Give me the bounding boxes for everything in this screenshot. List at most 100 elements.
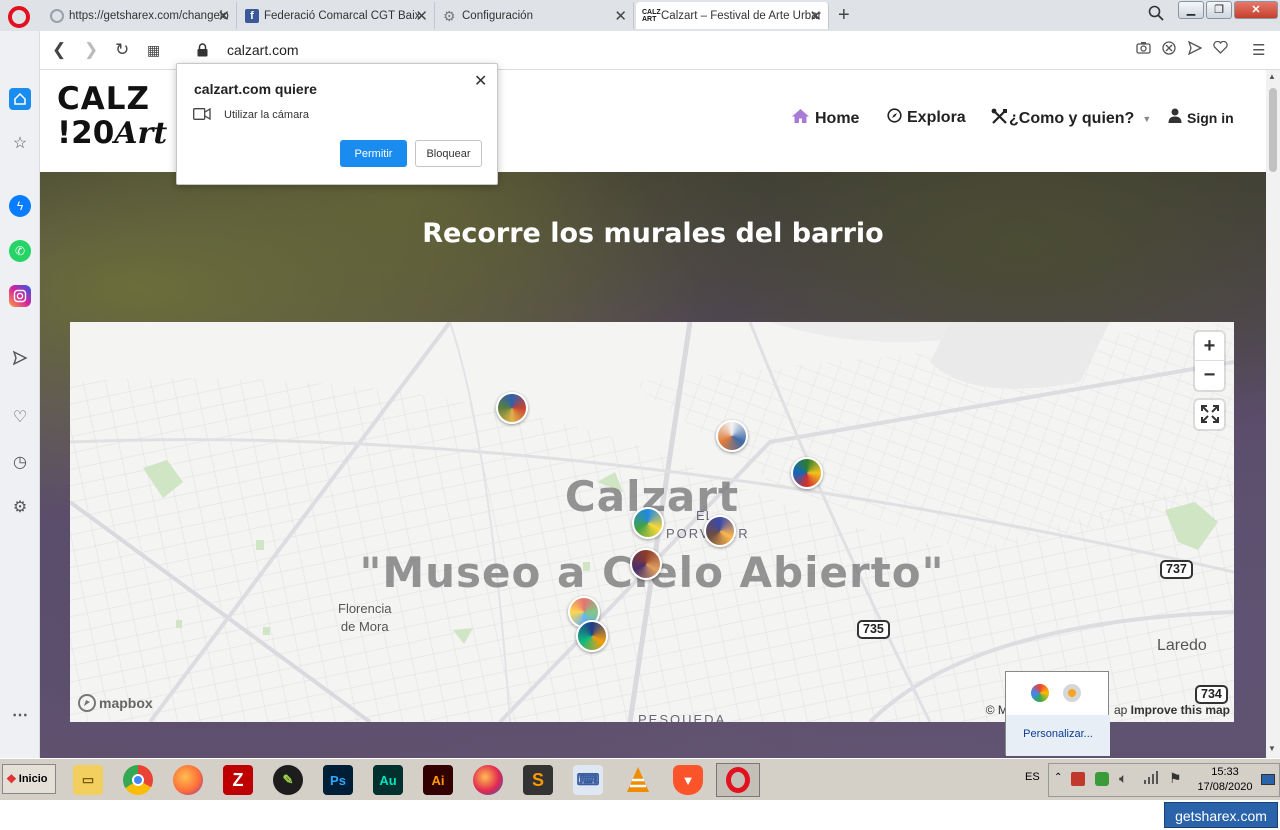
close-icon[interactable]: ✕: [614, 7, 627, 25]
chevron-down-icon: ▼: [1142, 114, 1152, 124]
close-icon[interactable]: ✕: [217, 7, 230, 25]
volume-icon[interactable]: 🔈︎: [1119, 770, 1127, 787]
zoom-out-button[interactable]: −: [1195, 361, 1224, 390]
allow-button[interactable]: Permitir: [340, 140, 407, 167]
close-window-button[interactable]: ✕: [1234, 1, 1278, 19]
forward-icon[interactable]: ❯: [84, 40, 98, 60]
mural-marker[interactable]: [576, 620, 608, 652]
vlc-icon: [623, 765, 653, 795]
adblock-icon[interactable]: [1162, 41, 1176, 59]
close-icon[interactable]: ✕: [415, 7, 428, 25]
taskbar-illustrator[interactable]: Ai: [416, 763, 460, 797]
attribution-osm[interactable]: ap: [1114, 703, 1127, 717]
logo-line1: CALZ: [57, 81, 150, 117]
mural-marker[interactable]: [632, 507, 664, 539]
taskbar-firefox-dev[interactable]: [466, 763, 510, 797]
start-button[interactable]: ❖ Inicio: [2, 764, 56, 794]
filezilla-icon: Z: [223, 765, 253, 795]
taskbar-audition[interactable]: Au: [366, 763, 410, 797]
search-icon[interactable]: [1148, 5, 1164, 26]
mural-marker[interactable]: [496, 392, 528, 424]
close-icon[interactable]: ✕: [809, 7, 822, 25]
app-tray-icon[interactable]: [1063, 684, 1081, 702]
taskbar-filezilla[interactable]: Z: [216, 763, 260, 797]
messenger-icon[interactable]: ϟ: [9, 195, 31, 217]
maximize-button[interactable]: ❐: [1206, 1, 1232, 19]
power-tray-icon[interactable]: [1095, 772, 1109, 786]
taskbar-explorer[interactable]: ▭: [66, 763, 110, 797]
tiles-icon[interactable]: ▦: [147, 42, 160, 59]
new-tab-button[interactable]: +: [838, 4, 850, 27]
heart-icon[interactable]: [1213, 40, 1228, 58]
scroll-thumb[interactable]: [1269, 88, 1277, 172]
network-icon[interactable]: [1143, 770, 1159, 789]
history-icon[interactable]: ◷: [9, 452, 31, 474]
minimize-button[interactable]: ▁: [1178, 1, 1204, 19]
language-indicator[interactable]: ES: [1025, 771, 1040, 783]
scroll-up-icon[interactable]: ▲: [1268, 72, 1276, 81]
close-icon[interactable]: ✕: [474, 71, 487, 91]
taskbar-photoshop[interactable]: Ps: [316, 763, 360, 797]
security-tray-icon[interactable]: [1071, 772, 1085, 786]
illustrator-icon: Ai: [423, 765, 453, 795]
back-icon[interactable]: ❮: [52, 40, 66, 60]
taskbar-inkscape[interactable]: ✎: [266, 763, 310, 797]
nav-home[interactable]: Home: [791, 108, 859, 129]
more-icon[interactable]: ⋯: [9, 705, 31, 727]
window-controls: ▁ ❐ ✕: [1178, 1, 1278, 19]
nav-about[interactable]: ¿Como y quien? ▼: [991, 108, 1151, 130]
nav-explore[interactable]: Explora: [887, 108, 966, 128]
flow-icon[interactable]: [9, 347, 31, 369]
tools-icon: [991, 108, 1008, 130]
speed-dial-icon[interactable]: [9, 88, 31, 110]
flag-icon[interactable]: ⚑: [1169, 770, 1182, 787]
improve-map-link[interactable]: Improve this map: [1131, 703, 1230, 717]
taskbar-firefox[interactable]: [166, 763, 210, 797]
reload-icon[interactable]: ↻: [115, 40, 129, 60]
taskbar-sublime[interactable]: S: [516, 763, 560, 797]
nav-explore-label: Explora: [907, 109, 966, 126]
tray-expand-icon[interactable]: ⌃: [1054, 772, 1062, 783]
mural-map[interactable]: Calzart "Museo a Cielo Abierto" Florenci…: [70, 322, 1234, 722]
taskbar-opera[interactable]: [716, 763, 760, 797]
zoom-in-button[interactable]: +: [1195, 332, 1224, 361]
taskbar-chrome[interactable]: [116, 763, 160, 797]
mural-marker[interactable]: [791, 457, 823, 489]
opera-menu-icon[interactable]: [8, 6, 30, 28]
tab-settings[interactable]: ⚙ Configuración ✕: [437, 2, 634, 29]
camera-icon[interactable]: [1136, 41, 1151, 58]
tab-facebook[interactable]: f Federació Comarcal CGT Baix Llobregat …: [239, 2, 435, 29]
url-field[interactable]: calzart.com: [227, 42, 299, 58]
tab-strip: https://getsharex.com/changelog ✕ f Fede…: [0, 0, 1280, 31]
instagram-icon[interactable]: [9, 285, 31, 307]
mapbox-logo[interactable]: mapbox: [78, 694, 153, 712]
clock-date: 17/08/2020: [1197, 781, 1253, 793]
whatsapp-icon[interactable]: ✆: [9, 240, 31, 262]
fullscreen-icon[interactable]: [1195, 400, 1224, 429]
mural-marker[interactable]: [704, 515, 736, 547]
tab-calzart[interactable]: CALZ ART Calzart – Festival de Arte Urban…: [636, 2, 829, 29]
facebook-icon: f: [245, 8, 259, 23]
heart-icon[interactable]: ♡: [9, 407, 31, 429]
send-icon[interactable]: [1187, 40, 1203, 59]
star-icon[interactable]: ☆: [9, 133, 31, 155]
calzart-logo[interactable]: CALZ !20Art: [57, 82, 167, 151]
scroll-down-icon[interactable]: ▼: [1268, 744, 1276, 753]
tab-getsharex[interactable]: https://getsharex.com/changelog ✕: [44, 2, 237, 29]
page-scrollbar[interactable]: ▲ ▼: [1266, 70, 1280, 758]
compass-icon: [887, 108, 902, 128]
easy-setup-icon[interactable]: ☰: [1252, 41, 1265, 59]
customize-link[interactable]: Personalizar...: [1006, 728, 1110, 740]
taskbar-keyboard[interactable]: ⌨: [566, 763, 610, 797]
mural-marker[interactable]: [716, 420, 748, 452]
nav-signin[interactable]: Sign in: [1168, 108, 1234, 128]
taskbar-vlc[interactable]: [616, 763, 660, 797]
lock-icon[interactable]: [197, 43, 208, 57]
settings-icon[interactable]: ⚙: [9, 497, 31, 519]
mural-marker[interactable]: [630, 548, 662, 580]
chrome-tray-icon[interactable]: [1031, 684, 1049, 702]
clock[interactable]: 15:33 17/08/2020: [1195, 765, 1255, 795]
show-desktop-icon[interactable]: [1261, 774, 1275, 785]
taskbar-brave[interactable]: ▼: [666, 763, 710, 797]
block-button[interactable]: Bloquear: [415, 140, 482, 167]
